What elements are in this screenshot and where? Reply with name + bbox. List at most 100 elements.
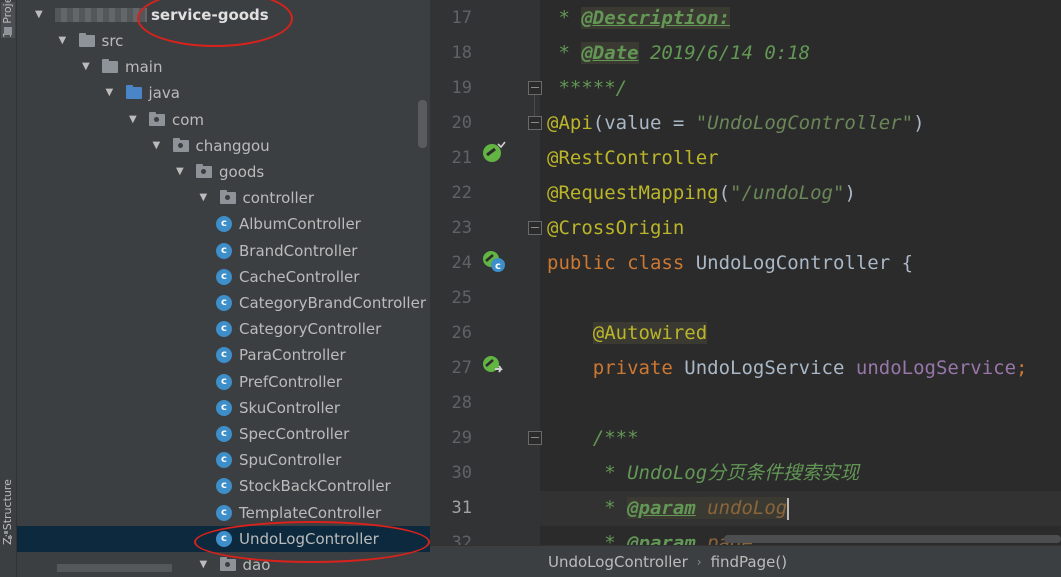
tree-class-item[interactable]: c StockBackController [17, 473, 430, 499]
breadcrumb-class[interactable]: UndoLogController [548, 553, 688, 571]
tree-class-item[interactable]: c CategoryController [17, 316, 430, 342]
code-token: ; [1016, 357, 1028, 379]
code-line[interactable]: @Autowired [540, 316, 1061, 351]
autowired-navigate-icon[interactable] [482, 354, 506, 378]
tree-class-item[interactable]: c PrefController [17, 369, 430, 395]
code-token: UndoLogController { [695, 252, 914, 274]
folder-icon [102, 59, 118, 74]
code-line[interactable]: @Api(value = "UndoLogController") [540, 106, 1061, 141]
code-token: 2019/6/14 0:18 [638, 42, 811, 64]
editor-gutter: c 17 18 19 20 21 22 23 24 25 26 27 28 29 30 31 32 [430, 0, 542, 553]
tree-item-label: TemplateController [239, 503, 382, 522]
code-line[interactable] [540, 386, 1061, 421]
expand-arrow-icon[interactable]: ▼ [200, 193, 210, 203]
tree-class-item[interactable]: c ParaController [17, 342, 430, 368]
tree-folder-item[interactable]: ▼ com [17, 107, 430, 133]
java-class-icon: c [216, 426, 232, 442]
tree-item-label: src [101, 32, 124, 50]
expand-arrow-icon[interactable]: ▼ [82, 62, 92, 72]
expand-arrow-icon[interactable]: ▼ [129, 114, 139, 125]
code-editor[interactable]: c 17 18 19 20 21 22 23 24 25 26 27 28 29 30 31 32 * @De… [430, 0, 1061, 577]
line-number: 21 [451, 148, 472, 168]
tree-folder-item[interactable]: ▼ main [17, 54, 430, 80]
spring-bean-class-icon[interactable]: c [482, 249, 506, 273]
bean-implemented-icon[interactable] [482, 140, 506, 164]
code-area[interactable]: * @Description: * @Date 2019/6/14 0:18 *… [540, 0, 1061, 545]
code-token: (value = [592, 112, 696, 134]
code-token: @Autowired [592, 322, 708, 344]
code-line[interactable]: private UndoLogService undoLogService; [540, 351, 1061, 386]
tree-item-label: CategoryBrandController [239, 294, 426, 312]
redacted-path [55, 8, 147, 22]
java-class-icon: c [216, 452, 232, 469]
code-token: "UndoLogController" [695, 112, 914, 134]
java-class-icon: c [216, 268, 232, 285]
tree-item-label: SpuController [239, 451, 342, 470]
tree-class-item[interactable]: c SpecController [17, 421, 430, 447]
expand-arrow-icon[interactable]: ▼ [200, 560, 210, 570]
tree-scrollbar[interactable] [418, 100, 427, 148]
tree-class-item[interactable]: c TemplateController [17, 500, 430, 526]
code-token: *****/ [547, 77, 628, 99]
code-token: @RequestMapping [547, 182, 719, 204]
editor-horizontal-scrollbar[interactable] [724, 535, 1061, 543]
tree-class-item[interactable]: c CategoryBrandController [17, 290, 430, 316]
tree-item-label: com [172, 110, 205, 129]
line-number: 17 [451, 8, 472, 28]
expand-arrow-icon[interactable]: ▼ [59, 36, 69, 46]
code-line[interactable]: * @Date 2019/6/14 0:18 [540, 36, 1061, 71]
code-line[interactable]: @CrossOrigin [540, 211, 1061, 246]
code-line[interactable]: @RestController [540, 141, 1061, 176]
expand-arrow-icon[interactable]: ▼ [35, 10, 45, 20]
breadcrumb-separator: › [696, 554, 702, 569]
tree-class-item[interactable]: c CacheController [17, 264, 430, 290]
code-token: @param [627, 532, 696, 545]
code-token: @Api [547, 112, 593, 134]
tree-folder-item[interactable]: ▼ java [17, 80, 430, 106]
project-tree[interactable]: ▼ service-goods ▼ src ▼ main ▼ java ▼ com ▼ chang… [17, 0, 430, 577]
tree-item-label: CacheController [239, 267, 360, 286]
tree-folder-item[interactable]: ▼ changgou [17, 133, 430, 159]
tree-item-label: java [148, 84, 180, 103]
code-token: * UndoLog分页条件搜索实现 [547, 462, 860, 484]
tree-folder-item[interactable]: ▼ goods [17, 159, 430, 185]
folder-icon [125, 85, 142, 100]
line-number: 31 [451, 498, 472, 518]
code-line[interactable]: public class UndoLogController { [540, 246, 1061, 281]
tree-item-label: AlbumController [239, 215, 361, 234]
expand-arrow-icon[interactable]: ▼ [106, 88, 116, 98]
code-line[interactable]: * UndoLog分页条件搜索实现 [540, 456, 1061, 491]
expand-arrow-icon[interactable]: ▼ [176, 167, 186, 177]
code-line[interactable]: * @param undoLog [540, 491, 1061, 526]
tree-item-label: BrandController [239, 241, 358, 260]
code-token: @param [627, 497, 696, 519]
package-icon [196, 164, 212, 178]
code-token: @Description: [581, 7, 731, 29]
tree-class-item[interactable]: c SkuController [17, 395, 430, 421]
breadcrumb-method[interactable]: findPage() [711, 553, 788, 571]
tree-item-label: changgou [195, 136, 270, 155]
code-line[interactable]: @RequestMapping("/undoLog") [540, 176, 1061, 211]
line-number: 19 [451, 78, 472, 98]
code-token: @CrossOrigin [547, 217, 685, 239]
tree-class-item[interactable]: c AlbumController [17, 211, 430, 237]
svg-text:c: c [495, 261, 501, 272]
code-line[interactable] [540, 281, 1061, 316]
code-line[interactable]: * @Description: [540, 1, 1061, 36]
line-number: 30 [451, 463, 472, 483]
editor-breadcrumb: UndoLogController › findPage() [430, 545, 1061, 577]
expand-arrow-icon[interactable]: ▼ [153, 140, 163, 151]
code-token: private [592, 357, 685, 379]
line-number: 25 [451, 288, 472, 308]
code-line[interactable]: /*** [540, 421, 1061, 456]
code-line[interactable]: *****/ [540, 71, 1061, 106]
code-token: * [547, 497, 628, 519]
tree-class-item[interactable]: c BrandController [17, 238, 430, 264]
tree-folder-item[interactable]: ▼ controller [17, 185, 430, 211]
java-class-icon: c [216, 216, 232, 233]
tree-class-item[interactable]: c SpuController [17, 447, 430, 473]
tree-item-label: SpecController [239, 425, 350, 443]
line-number: 28 [451, 393, 472, 413]
code-token: * [547, 7, 582, 29]
